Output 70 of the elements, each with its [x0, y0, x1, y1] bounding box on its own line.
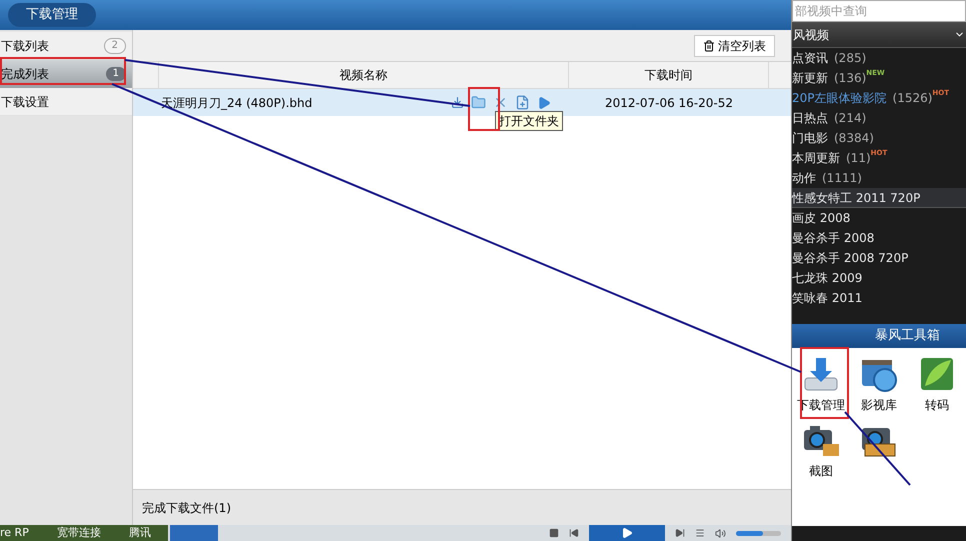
- toolbox-item[interactable]: 截图: [792, 420, 850, 480]
- trash-icon: [703, 40, 715, 52]
- item-count: (1111): [822, 170, 862, 187]
- item-label: 点资讯: [792, 50, 828, 67]
- item-label: 新更新: [792, 70, 828, 87]
- source-dropdown[interactable]: 风视频: [792, 22, 966, 48]
- toolbox-title: 暴风工具箱: [875, 327, 940, 346]
- sidebar-label: 下载列表: [1, 38, 49, 54]
- count-badge: 2: [104, 38, 126, 54]
- sidebar-item[interactable]: 下载列表 2: [0, 32, 132, 60]
- item-count: (11): [846, 150, 871, 167]
- item-count: (214): [834, 110, 866, 127]
- sidebar-item[interactable]: 完成列表 1: [0, 60, 132, 88]
- item-label: 门电影: [792, 130, 828, 147]
- file-plus-icon[interactable]: [515, 95, 530, 110]
- taskbar-item[interactable]: 腾讯: [128, 524, 151, 541]
- previous-icon[interactable]: [569, 528, 579, 538]
- sidebar-label: 完成列表: [1, 66, 49, 83]
- taskbar-item[interactable]: re RP: [0, 524, 29, 541]
- window-title: 下载管理: [8, 3, 96, 27]
- video-list-item[interactable]: 曼谷杀手 2008: [792, 228, 966, 248]
- toolbox-item[interactable]: 转码: [908, 354, 966, 414]
- column-header: 视频名称: [159, 62, 569, 88]
- item-label: 笑咏春 2011: [792, 290, 862, 307]
- highlight-box: [468, 87, 500, 131]
- play-button[interactable]: [589, 525, 665, 541]
- item-count: (8384): [834, 130, 874, 147]
- video-list-item[interactable]: 七龙珠 2009: [792, 268, 966, 288]
- clear-list-button[interactable]: 清空列表: [694, 34, 775, 56]
- video-list-item[interactable]: 性感女特工 2011 720P: [792, 188, 966, 208]
- video-list-item[interactable]: 笑咏春 2011: [792, 288, 966, 308]
- status-text: 完成下载文件(1): [142, 500, 231, 516]
- item-label: 七龙珠 2009: [792, 270, 862, 287]
- volume-icon[interactable]: [715, 528, 726, 538]
- tool-label: 转码: [925, 397, 949, 414]
- play-icon: [621, 527, 633, 539]
- item-label: 日热点: [792, 110, 828, 127]
- column-header: 下载时间: [569, 62, 769, 88]
- item-label: 本周更新: [792, 150, 840, 167]
- video-list-item[interactable]: 曼谷杀手 2008 720P: [792, 248, 966, 268]
- next-icon[interactable]: [675, 528, 685, 538]
- item-label: 20P左眼体验影院: [792, 90, 887, 107]
- video-list-item[interactable]: 日热点 (214): [792, 108, 966, 128]
- video-list-item[interactable]: 门电影 (8384): [792, 128, 966, 148]
- download-icon[interactable]: [451, 96, 464, 109]
- taskbar-item[interactable]: 宽带连接: [56, 524, 101, 541]
- download-time: 2012-07-06 16-20-52: [604, 94, 734, 112]
- delete-icon[interactable]: [493, 95, 508, 110]
- item-label: 曼谷杀手 2008: [792, 230, 874, 247]
- item-label: 曼谷杀手 2008 720P: [792, 250, 908, 267]
- search-field[interactable]: 部视频中查询: [792, 0, 966, 22]
- item-label: 画皮 2008: [792, 210, 850, 227]
- item-count: (1526): [892, 90, 932, 107]
- stop-icon[interactable]: [549, 528, 559, 538]
- video-list-item[interactable]: 点资讯 (285): [792, 48, 966, 68]
- item-count: (285): [834, 50, 866, 67]
- play-icon[interactable]: [537, 96, 551, 110]
- tool-label: 影视库: [861, 397, 897, 414]
- video-list-item[interactable]: 画皮 2008: [792, 208, 966, 228]
- menu-icon[interactable]: [695, 528, 705, 538]
- item-count: (136): [834, 70, 866, 87]
- toolbox-item[interactable]: 影视库: [850, 354, 908, 414]
- item-label: 动作: [792, 170, 816, 187]
- video-list-item[interactable]: 动作 (1111): [792, 168, 966, 188]
- sidebar-label: 下载设置: [1, 94, 49, 110]
- item-label: 性感女特工 2011 720P: [792, 190, 920, 206]
- count-badge: 1: [106, 67, 126, 81]
- tool-label: 截图: [809, 463, 833, 480]
- sidebar-item[interactable]: 下载设置: [0, 88, 132, 116]
- volume-slider[interactable]: [736, 530, 781, 536]
